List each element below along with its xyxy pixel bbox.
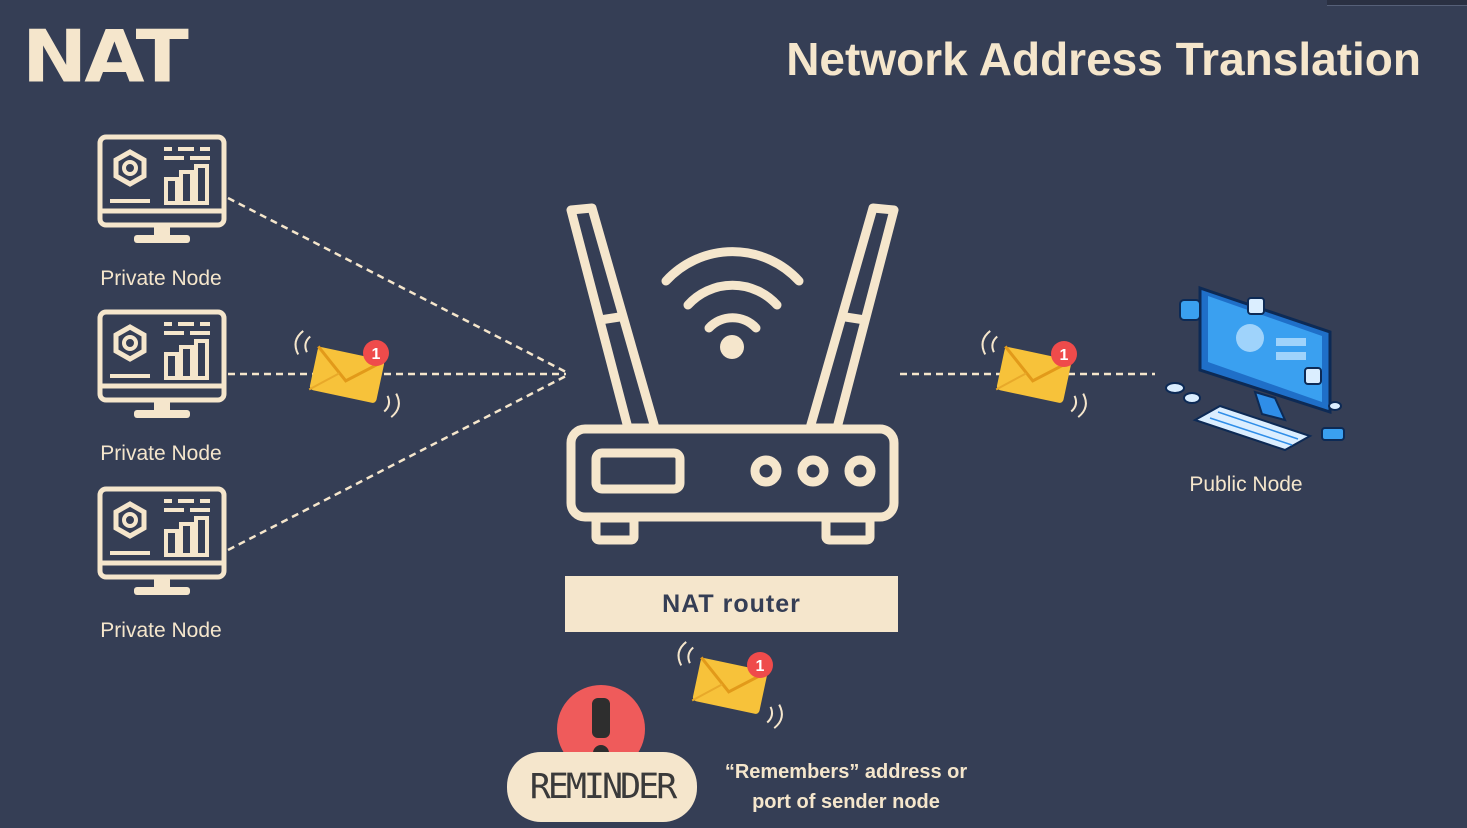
notification-badge-count: 1 (372, 346, 381, 363)
private-node-label: Private Node (100, 442, 222, 465)
reminder-description: “Remembers” address or port of sender no… (716, 757, 976, 817)
network-diagram: 1 1 1 (0, 0, 1345, 773)
router-label: NAT router (565, 576, 898, 632)
reminder-tag: REMINDER (507, 752, 697, 822)
reminder-line-2: port of sender node (752, 791, 940, 813)
router-icon (566, 203, 899, 545)
public-node-icon (1165, 285, 1345, 452)
wifi-dot (720, 335, 744, 359)
public-node-label: Public Node (1189, 473, 1303, 496)
message-envelope-icon-router: 1 (666, 639, 795, 731)
private-node-label: Private Node (100, 619, 222, 642)
reminder-line-1: “Remembers” address or (724, 761, 968, 783)
notification-badge-count: 1 (1060, 347, 1069, 364)
private-node-label: Private Node (100, 267, 222, 290)
notification-badge-count: 1 (756, 658, 765, 675)
private-node-icon-2 (100, 312, 224, 418)
private-node-icon-1 (100, 137, 224, 243)
private-node-icon-3 (100, 489, 224, 595)
